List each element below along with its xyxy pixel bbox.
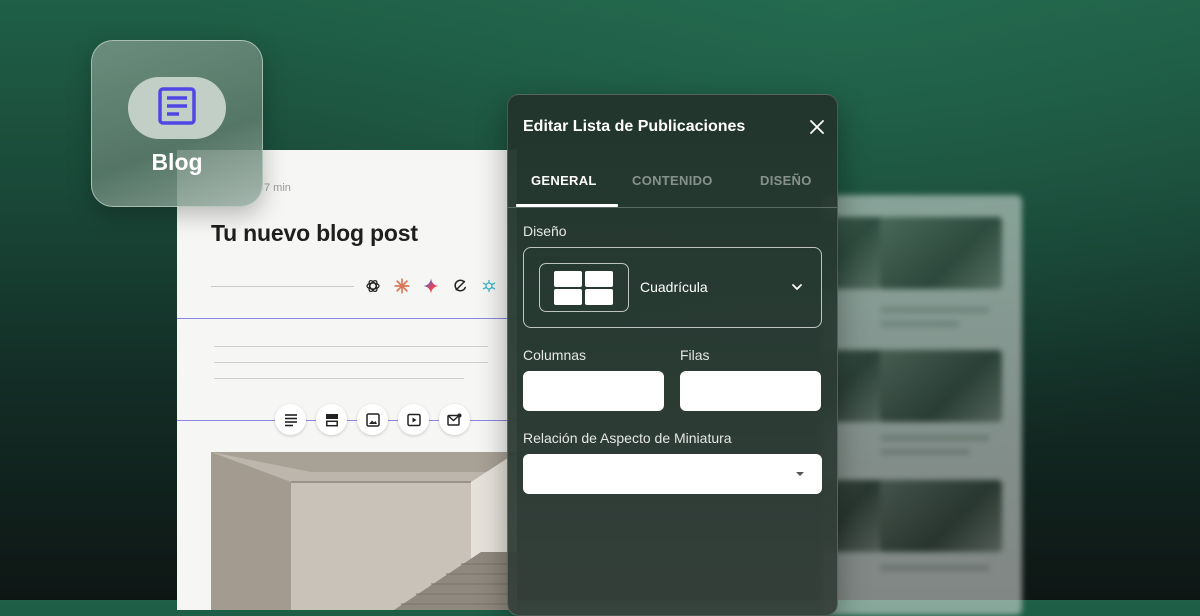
blog-app-tile[interactable]: Blog <box>91 40 263 207</box>
active-tab-indicator <box>516 204 618 207</box>
tab-contenido[interactable]: CONTENIDO <box>632 173 713 188</box>
background-post-grid <box>822 195 1022 615</box>
video-icon[interactable] <box>398 404 429 435</box>
selection-guide-top <box>177 318 517 319</box>
article-icon <box>157 86 197 131</box>
panel-tabs: GENERAL CONTENIDO DISEÑO <box>508 155 837 208</box>
perplexity-icon[interactable] <box>450 276 470 296</box>
panel-title: Editar Lista de Publicaciones <box>523 118 746 135</box>
tab-general[interactable]: GENERAL <box>531 173 597 188</box>
deepseek-icon[interactable] <box>479 276 499 296</box>
post-title[interactable]: Tu nuevo blog post <box>211 220 418 247</box>
rows-label: Filas <box>680 347 710 363</box>
layout-label: Diseño <box>523 223 567 239</box>
chevron-down-icon <box>788 278 806 296</box>
layout-blocks-icon[interactable] <box>316 404 347 435</box>
post-cover-image[interactable] <box>211 452 517 610</box>
title-divider <box>211 286 354 287</box>
caret-down-icon <box>796 472 804 476</box>
tab-diseno[interactable]: DISEÑO <box>760 173 812 188</box>
ai-tools-row <box>363 276 499 296</box>
claude-icon[interactable] <box>392 276 412 296</box>
text-placeholder-line <box>214 362 488 363</box>
block-toolbar <box>275 404 470 435</box>
layout-select[interactable]: Cuadrícula <box>523 247 822 328</box>
grid-layout-icon <box>539 263 629 312</box>
columns-input[interactable] <box>523 371 664 411</box>
text-placeholder-line <box>214 346 488 347</box>
gemini-icon[interactable] <box>421 276 441 296</box>
layout-select-value: Cuadrícula <box>640 279 708 295</box>
read-time: 7 min <box>264 182 291 194</box>
columns-label: Columnas <box>523 347 587 363</box>
close-icon[interactable] <box>806 116 828 138</box>
text-placeholder-line <box>214 378 464 379</box>
blog-tile-label: Blog <box>151 149 203 175</box>
blog-icon-pill <box>128 77 226 139</box>
aspect-ratio-label: Relación de Aspecto de Miniatura <box>523 430 732 446</box>
paragraph-icon[interactable] <box>275 404 306 435</box>
edit-post-list-panel: Editar Lista de Publicaciones GENERAL CO… <box>507 94 838 616</box>
openai-icon[interactable] <box>363 276 383 296</box>
blog-editor-card: 7 min Tu nuevo blog post <box>177 150 517 610</box>
newsletter-icon[interactable] <box>439 404 470 435</box>
image-icon[interactable] <box>357 404 388 435</box>
aspect-ratio-select[interactable] <box>523 454 822 494</box>
rows-input[interactable] <box>680 371 821 411</box>
